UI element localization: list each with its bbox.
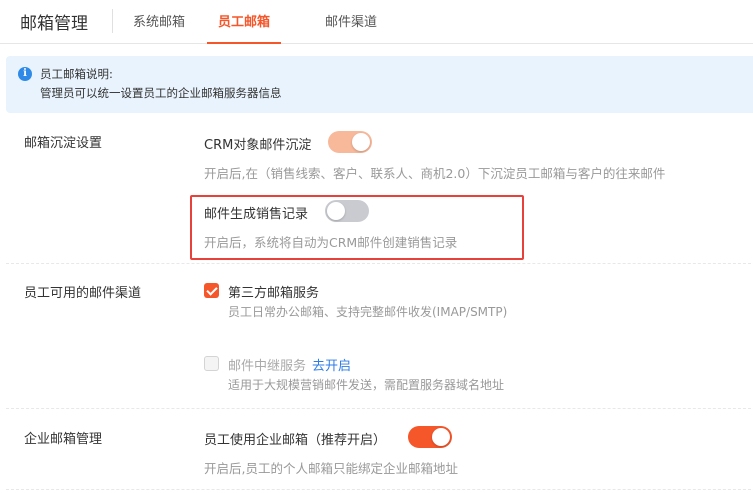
sales-record-label: 邮件生成销售记录 bbox=[204, 207, 309, 222]
third-party-label: 第三方邮箱服务 bbox=[228, 286, 320, 301]
toggle-knob bbox=[327, 202, 345, 220]
notice-description: 管理员可以统一设置员工的企业邮箱服务器信息 bbox=[40, 86, 282, 100]
section-label-enterprise: 企业邮箱管理 bbox=[24, 432, 103, 447]
sales-record-description: 开启后，系统将自动为CRM邮件创建销售记录 bbox=[204, 235, 458, 250]
third-party-checkbox[interactable] bbox=[204, 283, 219, 298]
toggle-knob bbox=[432, 428, 450, 446]
section-divider bbox=[6, 263, 753, 264]
enterprise-mailbox-toggle[interactable] bbox=[408, 426, 452, 448]
info-icon: i bbox=[18, 67, 32, 81]
relay-checkbox[interactable] bbox=[204, 356, 219, 371]
enterprise-mailbox-description: 开启后,员工的个人邮箱只能绑定企业邮箱地址 bbox=[204, 461, 458, 476]
relay-description: 适用于大规模营销邮件发送，需配置服务器域名地址 bbox=[228, 378, 505, 392]
third-party-description: 员工日常办公邮箱、支持完整邮件收发(IMAP/SMTP) bbox=[228, 305, 508, 319]
crm-sediment-label: CRM对象邮件沉淀 bbox=[204, 138, 312, 153]
page-title: 邮箱管理 bbox=[20, 14, 88, 34]
header-divider bbox=[112, 9, 113, 33]
notice-title: 员工邮箱说明: bbox=[40, 67, 113, 81]
page-header: 邮箱管理 系统邮箱 员工邮箱 邮件渠道 bbox=[0, 0, 753, 44]
enterprise-mailbox-label: 员工使用企业邮箱（推荐开启） bbox=[204, 433, 387, 448]
crm-sediment-description: 开启后,在（销售线索、客户、联系人、商机2.0）下沉淀员工邮箱与客户的往来邮件 bbox=[204, 166, 666, 181]
sales-record-toggle[interactable] bbox=[325, 200, 369, 222]
section-divider bbox=[6, 489, 753, 490]
relay-label-row: 邮件中继服务 去开启 bbox=[228, 355, 351, 374]
tab-employee-mailbox[interactable]: 员工邮箱 bbox=[207, 11, 282, 44]
toggle-knob bbox=[352, 133, 370, 151]
section-divider bbox=[6, 408, 753, 409]
info-notice: i 员工邮箱说明: 管理员可以统一设置员工的企业邮箱服务器信息 bbox=[6, 56, 753, 113]
relay-label: 邮件中继服务 bbox=[228, 359, 307, 374]
tab-system-mailbox[interactable]: 系统邮箱 bbox=[133, 11, 185, 44]
enable-relay-link[interactable]: 去开启 bbox=[312, 359, 351, 374]
section-label-channels: 员工可用的邮件渠道 bbox=[24, 286, 142, 301]
section-label-sediment: 邮箱沉淀设置 bbox=[24, 136, 103, 151]
tab-mail-channel[interactable]: 邮件渠道 bbox=[325, 11, 377, 44]
crm-sediment-toggle[interactable] bbox=[328, 131, 372, 153]
